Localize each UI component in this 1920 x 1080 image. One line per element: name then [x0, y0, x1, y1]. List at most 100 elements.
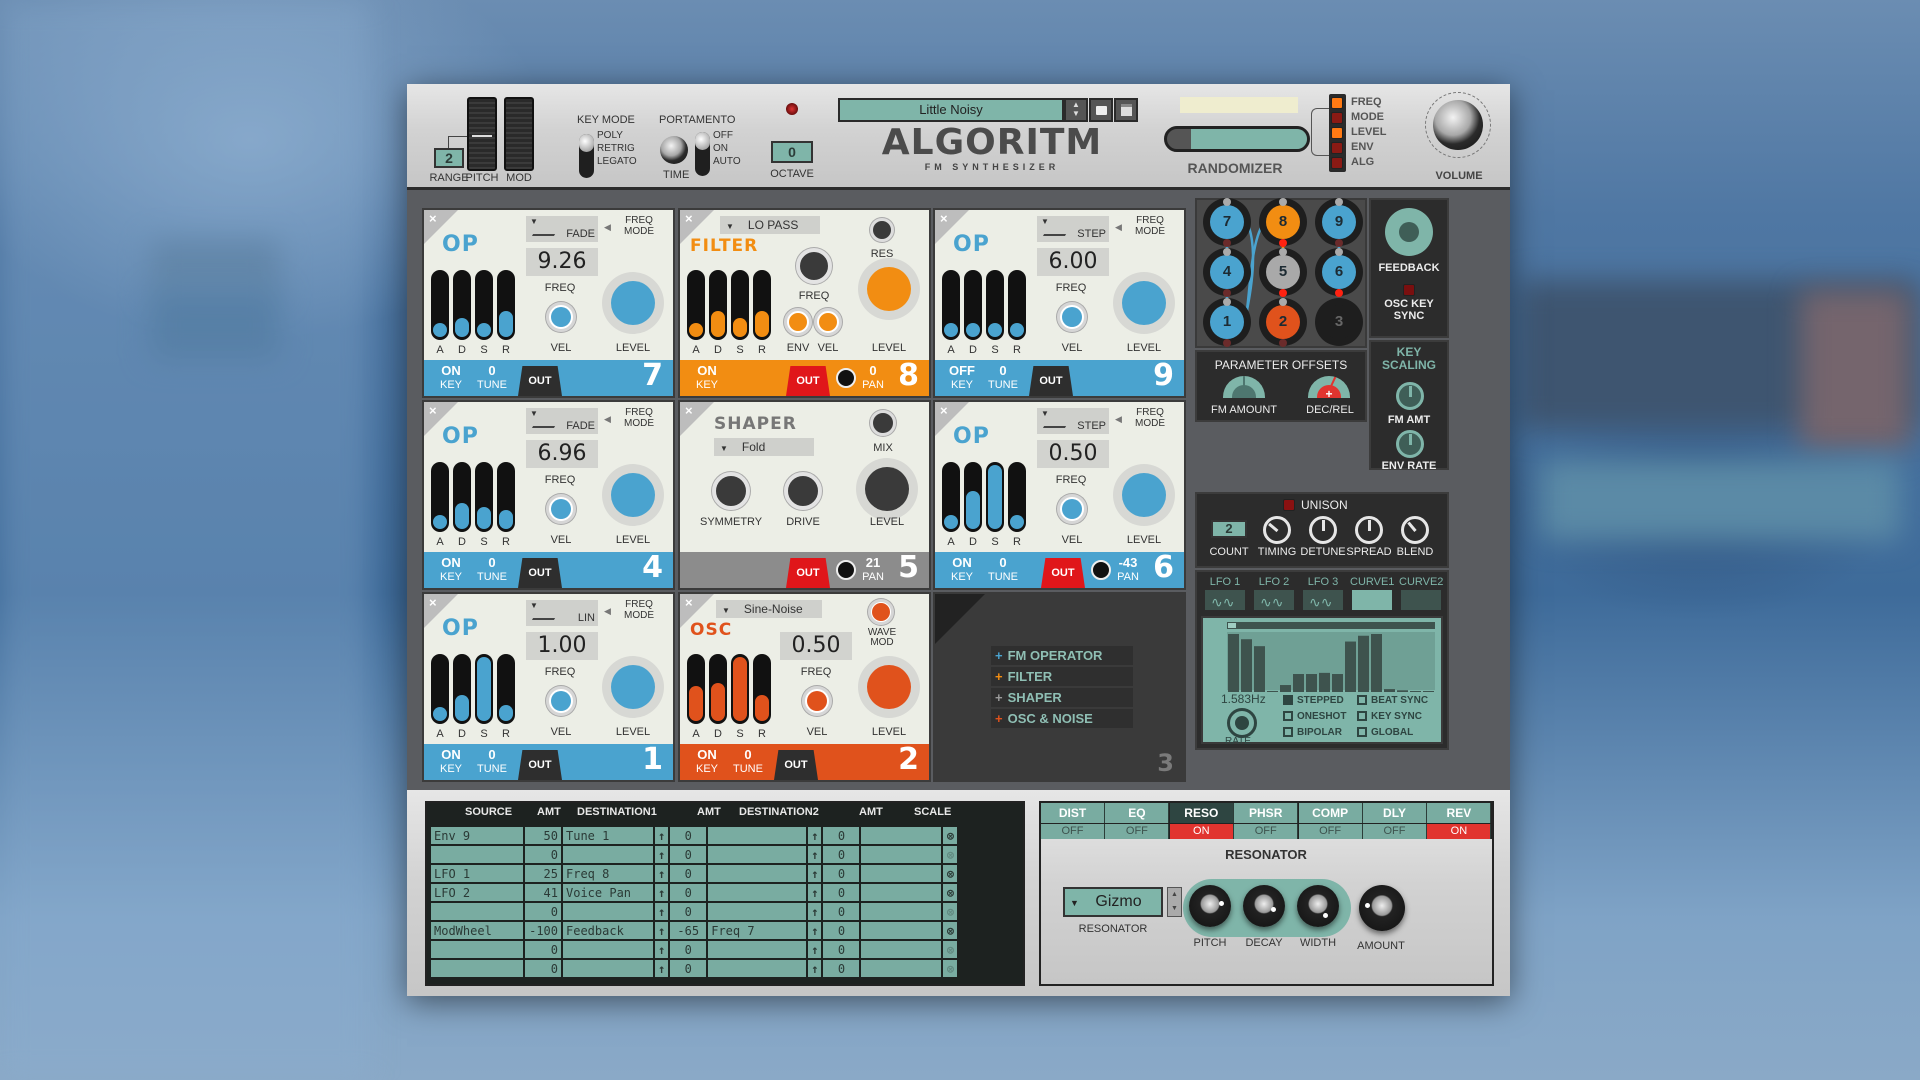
matrix-amt3-cell[interactable]: 0 — [823, 941, 860, 958]
routing-output-jack[interactable] — [1279, 289, 1287, 297]
routing-input-jack[interactable] — [1279, 198, 1287, 206]
tune-value-field[interactable]: 0 TUNE — [474, 364, 510, 392]
level-knob[interactable] — [602, 656, 664, 718]
pitch-range-display[interactable]: 2 — [434, 148, 464, 168]
routing-node-9[interactable]: 9 — [1322, 205, 1356, 239]
matrix-arrow-cell[interactable]: ↑ — [808, 960, 822, 977]
fx-tab-dly[interactable]: DLY — [1363, 803, 1427, 823]
routing-node-8[interactable]: 8 — [1266, 205, 1300, 239]
fx-tab-dist[interactable]: DIST — [1041, 803, 1105, 823]
routing-output-jack[interactable] — [1223, 289, 1231, 297]
curve-step-bar[interactable] — [1371, 634, 1382, 692]
matrix-amt3-cell[interactable]: 0 — [823, 865, 860, 882]
matrix-amt3-cell[interactable]: 0 — [823, 827, 860, 844]
checkbox[interactable] — [1283, 711, 1293, 722]
matrix-scale-cell[interactable] — [861, 922, 942, 939]
matrix-dest1-cell[interactable]: Tune 1 — [563, 827, 653, 844]
fx-tab-comp[interactable]: COMP — [1298, 803, 1363, 823]
matrix-clear-cell[interactable]: ⊗ — [943, 846, 958, 863]
randomizer-freq-led[interactable] — [1331, 97, 1343, 109]
lfo-option-key-sync[interactable]: KEY SYNC — [1357, 710, 1422, 723]
matrix-scale-cell[interactable] — [861, 960, 942, 977]
matrix-dest2-cell[interactable] — [708, 865, 807, 882]
lfo-tab-lfo3[interactable]: LFO 3 — [1301, 576, 1345, 588]
adsr-a-slider[interactable] — [942, 270, 960, 340]
pan-value-field[interactable]: 21 PAN — [858, 556, 888, 584]
curve-step-bar[interactable] — [1384, 689, 1395, 692]
matrix-dest2-cell[interactable] — [708, 960, 807, 977]
routing-node-7[interactable]: 7 — [1210, 205, 1244, 239]
adsr-r-slider[interactable] — [497, 654, 515, 724]
routing-input-jack[interactable] — [1335, 248, 1343, 256]
curve-step-bar[interactable] — [1410, 691, 1421, 692]
resonator-prev-next-button[interactable]: ▲ ▼ — [1167, 887, 1182, 917]
pan-knob[interactable] — [836, 560, 856, 580]
curve-step-bar[interactable] — [1397, 690, 1408, 692]
pan-value-field[interactable]: -43 PAN — [1113, 556, 1143, 584]
matrix-clear-cell[interactable]: ⊗ — [943, 903, 958, 920]
remove-module-icon[interactable]: × — [940, 403, 948, 418]
clear-row-icon[interactable]: ⊗ — [947, 943, 954, 957]
curve-step-bar[interactable] — [1306, 674, 1317, 692]
matrix-arrow-cell[interactable]: ↑ — [655, 922, 669, 939]
matrix-amt2-cell[interactable]: 0 — [670, 903, 707, 920]
matrix-amt1-cell[interactable]: 0 — [525, 846, 561, 863]
mod-wheel[interactable] — [504, 97, 534, 171]
routing-input-jack[interactable] — [1223, 198, 1231, 206]
fx-comp-toggle[interactable]: OFF — [1298, 824, 1363, 839]
remove-module-icon[interactable]: × — [685, 595, 693, 610]
matrix-amt1-cell[interactable]: 25 — [525, 865, 561, 882]
key-tracking-toggle[interactable]: OFF KEY — [947, 364, 977, 392]
matrix-amt1-cell[interactable]: 0 — [525, 941, 561, 958]
pan-knob[interactable] — [836, 368, 856, 388]
tune-value-field[interactable]: 0 TUNE — [474, 748, 510, 776]
matrix-dest1-cell[interactable] — [563, 960, 653, 977]
matrix-dest2-cell[interactable]: Freq 7 — [708, 922, 807, 939]
routing-output-jack[interactable] — [1223, 239, 1231, 247]
output-toggle[interactable]: OUT — [1041, 558, 1085, 588]
clear-row-icon[interactable]: ⊗ — [947, 867, 954, 881]
lfo-option-bipolar[interactable]: BIPOLAR — [1283, 726, 1342, 739]
key-tracking-toggle[interactable]: ON KEY — [436, 364, 466, 392]
level-knob[interactable] — [602, 464, 664, 526]
resonator-amount-knob[interactable] — [1359, 885, 1405, 931]
portamento-switch[interactable] — [695, 132, 710, 176]
level-knob[interactable] — [602, 272, 664, 334]
matrix-dest2-cell[interactable] — [708, 827, 807, 844]
adsr-a-slider[interactable] — [687, 654, 705, 724]
freq-value[interactable]: 0.50 — [1037, 440, 1109, 468]
adsr-d-slider[interactable] — [964, 270, 982, 340]
matrix-arrow-cell[interactable]: ↑ — [655, 941, 669, 958]
matrix-amt1-cell[interactable]: 0 — [525, 960, 561, 977]
fx-dly-toggle[interactable]: OFF — [1363, 824, 1427, 839]
mix-knob[interactable] — [870, 410, 896, 436]
curve-step-bar[interactable] — [1423, 691, 1434, 692]
adsr-s-slider[interactable] — [986, 462, 1004, 532]
matrix-scale-cell[interactable] — [861, 941, 942, 958]
curve-step-bar[interactable] — [1241, 639, 1252, 692]
adsr-r-slider[interactable] — [497, 462, 515, 532]
adsr-s-slider[interactable] — [986, 270, 1004, 340]
adsr-a-slider[interactable] — [687, 270, 705, 340]
resonator-type-select[interactable]: ▼ Gizmo — [1063, 887, 1163, 917]
res-knob[interactable] — [870, 218, 894, 242]
lfo-tab-thumbnail[interactable] — [1401, 590, 1441, 610]
adsr-s-slider[interactable] — [475, 654, 493, 724]
resonator-decay-knob[interactable] — [1243, 885, 1285, 927]
key-mode-switch[interactable] — [579, 134, 594, 178]
output-toggle[interactable]: OUT — [518, 366, 562, 396]
add-module-fm-operator[interactable]: + FM OPERATOR — [991, 646, 1133, 665]
tune-value-field[interactable]: 0 TUNE — [985, 556, 1021, 584]
matrix-source-cell[interactable] — [431, 846, 523, 863]
clear-row-icon[interactable]: ⊗ — [947, 848, 954, 862]
matrix-clear-cell[interactable]: ⊗ — [943, 922, 958, 939]
volume-knob[interactable] — [1425, 92, 1491, 158]
adsr-s-slider[interactable] — [731, 654, 749, 724]
clear-row-icon[interactable]: ⊗ — [947, 924, 954, 938]
matrix-arrow-cell[interactable]: ↑ — [808, 922, 822, 939]
curve-length-bar[interactable] — [1227, 622, 1435, 629]
randomizer-level-led[interactable] — [1331, 127, 1343, 139]
waveform-select[interactable]: ▼ Sine-Noise — [716, 600, 822, 618]
lfo-tab-thumbnail[interactable]: ∿∿ — [1254, 590, 1294, 610]
matrix-dest2-cell[interactable] — [708, 941, 807, 958]
